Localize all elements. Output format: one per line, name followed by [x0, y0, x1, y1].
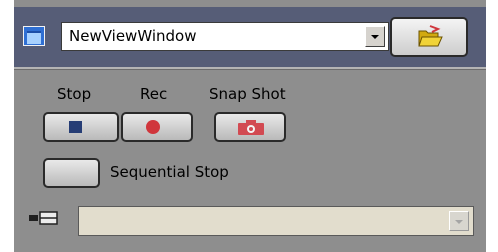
view-window-select[interactable]: NewViewWindow — [61, 22, 389, 51]
chevron-down-icon[interactable] — [365, 26, 385, 47]
camera-icon — [238, 120, 264, 135]
stop-icon — [69, 121, 82, 133]
snapshot-button[interactable] — [214, 112, 286, 142]
view-window-select-value: NewViewWindow — [69, 27, 197, 45]
secondary-select[interactable] — [78, 206, 474, 236]
stop-button[interactable] — [43, 112, 119, 142]
open-folder-button[interactable] — [390, 17, 468, 57]
device-icon — [29, 211, 58, 225]
record-icon — [146, 120, 160, 134]
stop-label: Stop — [57, 85, 92, 103]
rec-button[interactable] — [121, 112, 193, 142]
open-folder-icon — [418, 25, 443, 47]
chevron-down-icon[interactable] — [449, 211, 469, 231]
rec-label: Rec — [140, 85, 168, 103]
sequential-stop-label: Sequential Stop — [110, 163, 229, 181]
window-icon — [23, 26, 45, 46]
divider-shadow — [14, 69, 486, 70]
snapshot-label: Snap Shot — [209, 85, 286, 103]
sequential-stop-button[interactable] — [43, 158, 100, 188]
